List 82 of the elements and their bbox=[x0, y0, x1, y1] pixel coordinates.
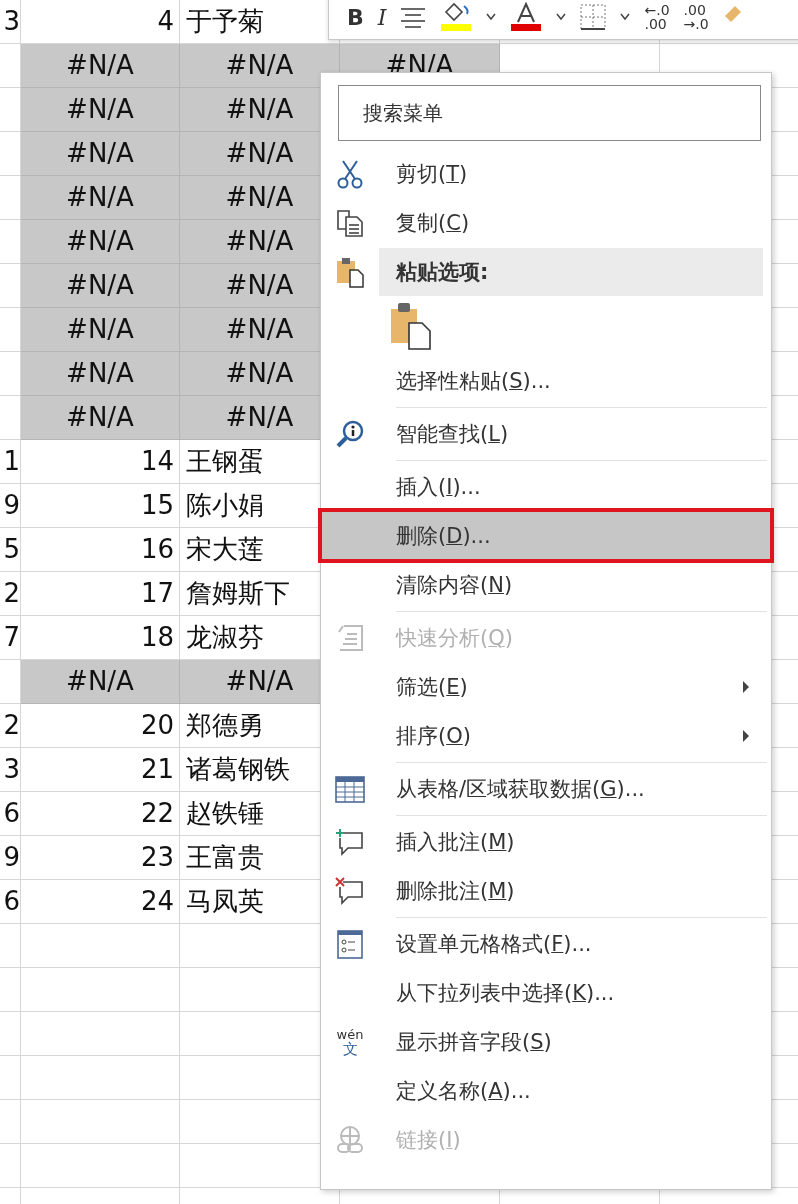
table-cell-text: 3 bbox=[2, 753, 21, 786]
menu-item[interactable]: 清除内容(N) bbox=[321, 560, 767, 613]
decrease-decimal-button[interactable]: .00 →.0 bbox=[683, 3, 709, 31]
clipboard-icon bbox=[335, 255, 365, 288]
table-cell-text: 24 bbox=[139, 885, 175, 918]
copy-icon bbox=[335, 207, 365, 238]
hanzi-icon-text: 文 bbox=[342, 1041, 358, 1057]
error-cell: #N/A bbox=[21, 132, 180, 176]
table-cell-text: 6 bbox=[2, 885, 21, 918]
error-cell: #N/A bbox=[21, 308, 180, 352]
table-cell-text: 18 bbox=[139, 621, 175, 654]
borders-icon[interactable] bbox=[580, 4, 607, 30]
delete-comment-icon bbox=[335, 875, 365, 906]
table-cell-text: 郑德勇 bbox=[185, 709, 265, 742]
table-cell-text: 诸葛钢铁 bbox=[185, 753, 291, 786]
table-cell-text: 于予菊 bbox=[185, 5, 265, 38]
menu-item[interactable]: 插入(I)... bbox=[321, 462, 767, 511]
scissors-icon bbox=[335, 158, 365, 189]
table-cell-text: 16 bbox=[139, 533, 175, 566]
table-cell-text: 龙淑芬 bbox=[185, 621, 265, 654]
add-comment-icon bbox=[335, 826, 365, 857]
error-cell: #N/A bbox=[21, 264, 180, 308]
table-cell-text: 20 bbox=[139, 709, 175, 742]
error-cell: #N/A bbox=[21, 88, 180, 132]
table-cell-text: 王钢蛋 bbox=[185, 445, 265, 478]
dropdown-caret-icon[interactable] bbox=[486, 13, 497, 21]
table-cell-text: 6 bbox=[2, 797, 21, 830]
error-cell: #N/A bbox=[21, 220, 180, 264]
table-cell-text: 7 bbox=[2, 621, 21, 654]
table-cell-text: 17 bbox=[139, 577, 175, 610]
table-cell-text: 詹姆斯下 bbox=[185, 577, 291, 610]
table-cell-text: 1 bbox=[2, 445, 21, 478]
table-cell-text: 5 bbox=[2, 533, 21, 566]
menu-item[interactable]: wén 文 显示拼音字段(S) bbox=[321, 1017, 767, 1066]
pinyin-icon-text: wén bbox=[336, 1026, 364, 1042]
table-icon bbox=[335, 773, 365, 804]
menu-item[interactable]: 设置单元格格式(F)... bbox=[321, 919, 767, 968]
table-cell-text: 14 bbox=[139, 445, 175, 478]
dropdown-caret-icon[interactable] bbox=[556, 13, 567, 21]
table-cell-text: 9 bbox=[2, 489, 21, 522]
format-cells-icon bbox=[335, 928, 365, 959]
quick-analysis-icon bbox=[335, 622, 365, 653]
table-cell-text: 马凤英 bbox=[185, 885, 265, 918]
menu-item[interactable]: 插入批注(M) bbox=[321, 817, 767, 866]
table-cell-text: 21 bbox=[139, 753, 175, 786]
error-cell: #N/A bbox=[21, 176, 180, 220]
error-cell: #N/A bbox=[21, 660, 180, 704]
fill-color-icon[interactable] bbox=[440, 2, 473, 32]
table-cell-text: 赵铁锤 bbox=[185, 797, 265, 830]
table-cell-text: 15 bbox=[139, 489, 175, 522]
increase-decimal-button[interactable]: ←.0 .00 bbox=[644, 3, 670, 31]
lookup-icon bbox=[335, 418, 365, 449]
dropdown-caret-icon[interactable] bbox=[620, 13, 631, 21]
align-center-icon[interactable] bbox=[400, 6, 427, 28]
menu-item[interactable]: 从表格/区域获取数据(G)... bbox=[321, 764, 767, 817]
error-cell: #N/A bbox=[180, 44, 340, 88]
menu-item[interactable]: 删除批注(M) bbox=[321, 866, 767, 919]
table-cell-text: 陈小娟 bbox=[185, 489, 265, 522]
table-cell-text: 2 bbox=[2, 577, 21, 610]
menu-item[interactable]: 排序(O) bbox=[321, 711, 767, 764]
table-cell-text: 宋大莲 bbox=[185, 533, 265, 566]
table-cell-text: 3 bbox=[2, 5, 21, 38]
menu-item[interactable]: 删除(D)... bbox=[321, 511, 771, 560]
submenu-arrow-icon bbox=[743, 680, 749, 693]
error-cell: #N/A bbox=[21, 396, 180, 440]
table-cell-text: 9 bbox=[2, 841, 21, 874]
error-cell: #N/A bbox=[21, 44, 180, 88]
italic-button[interactable]: I bbox=[377, 4, 387, 30]
search-field[interactable]: 搜索菜单 bbox=[338, 85, 761, 141]
table-cell-text: 2 bbox=[2, 709, 21, 742]
link-icon bbox=[335, 1124, 365, 1155]
bold-button[interactable]: B bbox=[347, 4, 364, 30]
menu-item[interactable]: 定义名称(A)... bbox=[321, 1066, 767, 1115]
table-cell-text: 23 bbox=[139, 841, 175, 874]
submenu-arrow-icon bbox=[743, 729, 749, 742]
font-color-icon[interactable] bbox=[510, 2, 543, 32]
table-cell-text: 王富贵 bbox=[185, 841, 265, 874]
menu-section-header: 粘贴选项: bbox=[379, 247, 763, 296]
table-cell-text: 4 bbox=[156, 5, 175, 38]
table-cell-text: 22 bbox=[139, 797, 175, 830]
menu-item[interactable]: 从下拉列表中选择(K)... bbox=[321, 968, 767, 1017]
error-cell: #N/A bbox=[21, 352, 180, 396]
